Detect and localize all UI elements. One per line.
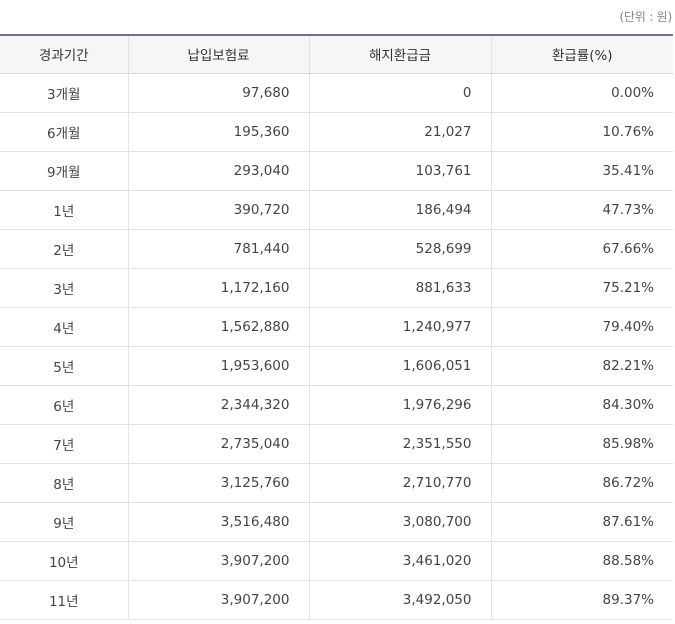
header-refund-rate: 환급률(%) [490, 34, 673, 74]
cell-paid-premium: 3,125,760 [127, 463, 309, 503]
cell-paid-premium: 390,720 [127, 190, 309, 230]
table-row: 9년 3,516,480 3,080,700 87.61% [0, 502, 673, 542]
refund-table-container: 경과기간 납입보험료 해지환급금 환급률(%) 3개월 97,680 0 0.00% 6… [0, 34, 673, 620]
table-row: 5년 1,953,600 1,606,051 82.21% [0, 346, 673, 386]
cell-paid-premium: 1,953,600 [127, 346, 309, 386]
table-row: 3개월 97,680 0 0.00% [0, 73, 673, 113]
cell-period: 4년 [0, 307, 128, 347]
cell-surrender-value: 3,492,050 [308, 580, 491, 620]
cell-surrender-value: 186,494 [308, 190, 491, 230]
cell-surrender-value: 1,976,296 [308, 385, 491, 425]
cell-paid-premium: 3,907,200 [127, 541, 309, 581]
header-row: 경과기간 납입보험료 해지환급금 환급률(%) [0, 34, 673, 74]
cell-refund-rate: 67.66% [490, 229, 673, 269]
table-row: 10년 3,907,200 3,461,020 88.58% [0, 541, 673, 581]
table-row: 11년 3,907,200 3,492,050 89.37% [0, 580, 673, 620]
cell-surrender-value: 0 [308, 73, 491, 113]
cell-period: 10년 [0, 541, 128, 581]
cell-surrender-value: 1,606,051 [308, 346, 491, 386]
cell-surrender-value: 3,080,700 [308, 502, 491, 542]
cell-paid-premium: 3,907,200 [127, 580, 309, 620]
table-row: 1년 390,720 186,494 47.73% [0, 190, 673, 230]
header-surrender-value: 해지환급금 [308, 34, 491, 74]
table-row: 2년 781,440 528,699 67.66% [0, 229, 673, 269]
cell-refund-rate: 84.30% [490, 385, 673, 425]
table-header: 경과기간 납입보험료 해지환급금 환급률(%) [0, 34, 673, 74]
table-row: 3년 1,172,160 881,633 75.21% [0, 268, 673, 308]
header-paid-premium: 납입보험료 [127, 34, 309, 74]
cell-period: 9년 [0, 502, 128, 542]
cell-refund-rate: 79.40% [490, 307, 673, 347]
cell-period: 7년 [0, 424, 128, 464]
cell-paid-premium: 293,040 [127, 151, 309, 191]
unit-note: (단위 : 원) [619, 10, 672, 24]
cell-paid-premium: 1,562,880 [127, 307, 309, 347]
cell-period: 6년 [0, 385, 128, 425]
table-row: 6년 2,344,320 1,976,296 84.30% [0, 385, 673, 425]
cell-surrender-value: 103,761 [308, 151, 491, 191]
cell-period: 11년 [0, 580, 128, 620]
cell-surrender-value: 3,461,020 [308, 541, 491, 581]
cell-paid-premium: 195,360 [127, 112, 309, 152]
cell-refund-rate: 89.37% [490, 580, 673, 620]
cell-paid-premium: 1,172,160 [127, 268, 309, 308]
cell-period: 9개월 [0, 151, 128, 191]
cell-period: 3년 [0, 268, 128, 308]
cell-surrender-value: 2,351,550 [308, 424, 491, 464]
cell-refund-rate: 85.98% [490, 424, 673, 464]
cell-refund-rate: 88.58% [490, 541, 673, 581]
cell-refund-rate: 87.61% [490, 502, 673, 542]
table-row: 8년 3,125,760 2,710,770 86.72% [0, 463, 673, 503]
table-body: 3개월 97,680 0 0.00% 6개월 195,360 21,027 10.76% 9개월… [0, 73, 673, 620]
cell-surrender-value: 528,699 [308, 229, 491, 269]
cell-paid-premium: 97,680 [127, 73, 309, 113]
cell-period: 3개월 [0, 73, 128, 113]
cell-refund-rate: 86.72% [490, 463, 673, 503]
cell-paid-premium: 3,516,480 [127, 502, 309, 542]
table-row: 9개월 293,040 103,761 35.41% [0, 151, 673, 191]
header-period: 경과기간 [0, 34, 128, 74]
cell-surrender-value: 1,240,977 [308, 307, 491, 347]
cell-paid-premium: 781,440 [127, 229, 309, 269]
cell-refund-rate: 35.41% [490, 151, 673, 191]
cell-period: 5년 [0, 346, 128, 386]
cell-period: 1년 [0, 190, 128, 230]
cell-surrender-value: 21,027 [308, 112, 491, 152]
cell-paid-premium: 2,344,320 [127, 385, 309, 425]
cell-refund-rate: 10.76% [490, 112, 673, 152]
cell-refund-rate: 82.21% [490, 346, 673, 386]
cell-refund-rate: 47.73% [490, 190, 673, 230]
cell-period: 6개월 [0, 112, 128, 152]
refund-table: 경과기간 납입보험료 해지환급금 환급률(%) 3개월 97,680 0 0.00% 6… [0, 34, 673, 620]
table-row: 7년 2,735,040 2,351,550 85.98% [0, 424, 673, 464]
cell-period: 2년 [0, 229, 128, 269]
cell-refund-rate: 75.21% [490, 268, 673, 308]
table-row: 6개월 195,360 21,027 10.76% [0, 112, 673, 152]
cell-period: 8년 [0, 463, 128, 503]
table-row: 4년 1,562,880 1,240,977 79.40% [0, 307, 673, 347]
cell-surrender-value: 2,710,770 [308, 463, 491, 503]
cell-paid-premium: 2,735,040 [127, 424, 309, 464]
cell-refund-rate: 0.00% [490, 73, 673, 113]
cell-surrender-value: 881,633 [308, 268, 491, 308]
